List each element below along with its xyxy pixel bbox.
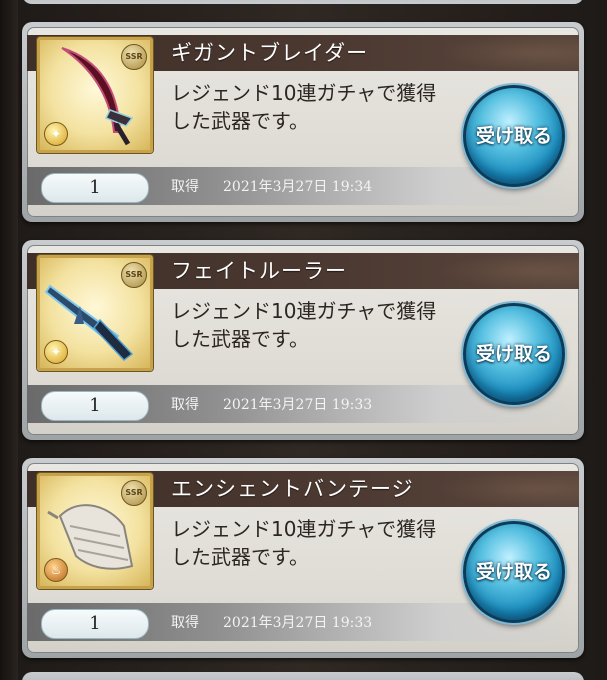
light-element-icon: ✦ [44,122,68,146]
gift-card: フェイトルーラー SSR ✦ レジェンド10連ガチャで獲得した武器です。 1 取… [22,240,584,440]
acquired-label: 取得 [171,397,199,413]
acquired-label: 取得 [171,615,199,631]
item-name: フェイトルーラー [171,259,347,283]
previous-card-edge [22,0,584,4]
weapon-thumbnail[interactable]: SSR ✦ [37,255,153,371]
fire-element-icon: ♨ [44,558,68,582]
receive-button[interactable]: 受け取る [463,303,565,405]
acquired-label: 取得 [171,179,199,195]
acquired-date: 2021年3月27日 19:33 [223,615,373,631]
item-description: レジェンド10連ガチャで獲得した武器です。 [171,299,437,351]
weapon-thumbnail[interactable]: SSR ✦ [37,37,153,153]
gift-list: ギガントブレイダー SSR ✦ レジェンド10連ガチャで獲得した武器です。 1 … [0,0,607,680]
quantity-badge: 1 [41,173,149,203]
item-name: エンシェントバンテージ [171,477,414,501]
gift-card-body: フェイトルーラー SSR ✦ レジェンド10連ガチャで獲得した武器です。 1 取… [27,245,579,435]
quantity-badge: 1 [41,391,149,421]
next-card-edge [22,672,584,680]
acquired-date: 2021年3月27日 19:34 [223,179,373,195]
receive-button[interactable]: 受け取る [463,85,565,187]
weapon-thumbnail[interactable]: SSR ♨ [37,473,153,589]
rarity-badge: SSR [121,480,147,506]
receive-button[interactable]: 受け取る [463,521,565,623]
rarity-badge: SSR [121,44,147,70]
item-description: レジェンド10連ガチャで獲得した武器です。 [171,81,437,133]
light-element-icon: ✦ [44,340,68,364]
item-name: ギガントブレイダー [171,41,369,65]
gift-card-body: ギガントブレイダー SSR ✦ レジェンド10連ガチャで獲得した武器です。 1 … [27,27,579,217]
quantity-badge: 1 [41,609,149,639]
gift-card: ギガントブレイダー SSR ✦ レジェンド10連ガチャで獲得した武器です。 1 … [22,22,584,222]
item-description: レジェンド10連ガチャで獲得した武器です。 [171,517,437,569]
gift-card-body: エンシェントバンテージ SSR ♨ レジェンド10連ガチャで獲得した武器です。 … [27,463,579,653]
acquired-date: 2021年3月27日 19:33 [223,397,373,413]
rarity-badge: SSR [121,262,147,288]
gift-card: エンシェントバンテージ SSR ♨ レジェンド10連ガチャで獲得した武器です。 … [22,458,584,658]
